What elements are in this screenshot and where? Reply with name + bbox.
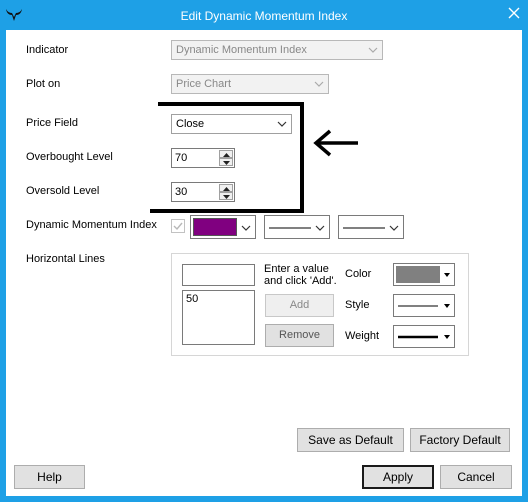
remove-line-button[interactable]: Remove [265, 324, 334, 347]
horizontal-line-item[interactable]: 50 [186, 293, 198, 305]
hline-style-label: Style [345, 299, 370, 311]
indicator-select: Dynamic Momentum Index [171, 40, 383, 60]
horizontal-lines-list[interactable]: 50 [182, 290, 255, 345]
hline-color-label: Color [345, 268, 372, 280]
line-style-solid-icon [269, 227, 311, 229]
apply-button[interactable]: Apply [362, 465, 434, 489]
checkmark-icon [173, 222, 183, 231]
series-label: Dynamic Momentum Index [26, 219, 157, 231]
series-style-picker[interactable] [264, 215, 330, 239]
overbought-label: Overbought Level [26, 151, 113, 163]
hline-weight-picker[interactable] [393, 325, 455, 348]
chevron-down-icon [241, 225, 251, 231]
series-weight-picker[interactable] [338, 215, 404, 239]
triangle-down-icon [444, 273, 450, 277]
chevron-down-icon [368, 47, 378, 53]
plot-on-select-value: Price Chart [176, 78, 232, 90]
chevron-down-icon [314, 81, 324, 87]
new-line-value-input[interactable] [182, 264, 255, 286]
dialog-window: Edit Dynamic Momentum Index Indicator Dy… [0, 0, 528, 502]
annotation-bracket [150, 102, 304, 213]
add-line-button[interactable]: Add [265, 294, 334, 317]
price-field-label: Price Field [26, 117, 78, 129]
plot-on-label: Plot on [26, 78, 61, 90]
dialog-body: Indicator Dynamic Momentum Index Plot on… [6, 30, 522, 496]
left-arrow-icon [313, 129, 358, 157]
annotation-overlay [150, 102, 358, 213]
line-weight-thin-icon [343, 227, 385, 229]
close-icon[interactable] [506, 5, 522, 21]
line-weight-thick-icon [398, 335, 438, 339]
help-button[interactable]: Help [14, 465, 85, 489]
hline-color-picker[interactable] [393, 263, 455, 286]
chevron-down-icon [315, 225, 325, 231]
window-title: Edit Dynamic Momentum Index [180, 9, 348, 23]
add-hint-text: Enter a value and click 'Add'. [264, 263, 337, 287]
horizontal-lines-label: Horizontal Lines [26, 253, 105, 265]
hline-color-swatch [396, 266, 440, 283]
factory-default-button[interactable]: Factory Default [410, 428, 510, 452]
save-as-default-button[interactable]: Save as Default [297, 428, 404, 452]
indicator-select-value: Dynamic Momentum Index [176, 44, 307, 56]
hline-style-picker[interactable] [393, 294, 455, 317]
horizontal-lines-panel: 50 Enter a value and click 'Add'. Add Re… [171, 253, 469, 356]
add-hint-line1: Enter a value [264, 263, 329, 275]
title-bar[interactable]: Edit Dynamic Momentum Index [0, 0, 528, 30]
indicator-label: Indicator [26, 44, 69, 56]
triangle-down-icon [444, 304, 450, 308]
oversold-label: Oversold Level [26, 185, 100, 197]
add-hint-line2: and click 'Add'. [264, 275, 337, 287]
line-style-solid-icon [398, 305, 438, 307]
series-color-swatch [193, 218, 237, 236]
series-visible-checkbox[interactable] [171, 219, 185, 233]
chevron-down-icon [389, 225, 399, 231]
plot-on-select: Price Chart [171, 74, 329, 94]
series-color-picker[interactable] [190, 215, 256, 239]
cancel-button[interactable]: Cancel [440, 465, 512, 489]
hline-weight-label: Weight [345, 330, 380, 342]
triangle-down-icon [444, 335, 450, 339]
